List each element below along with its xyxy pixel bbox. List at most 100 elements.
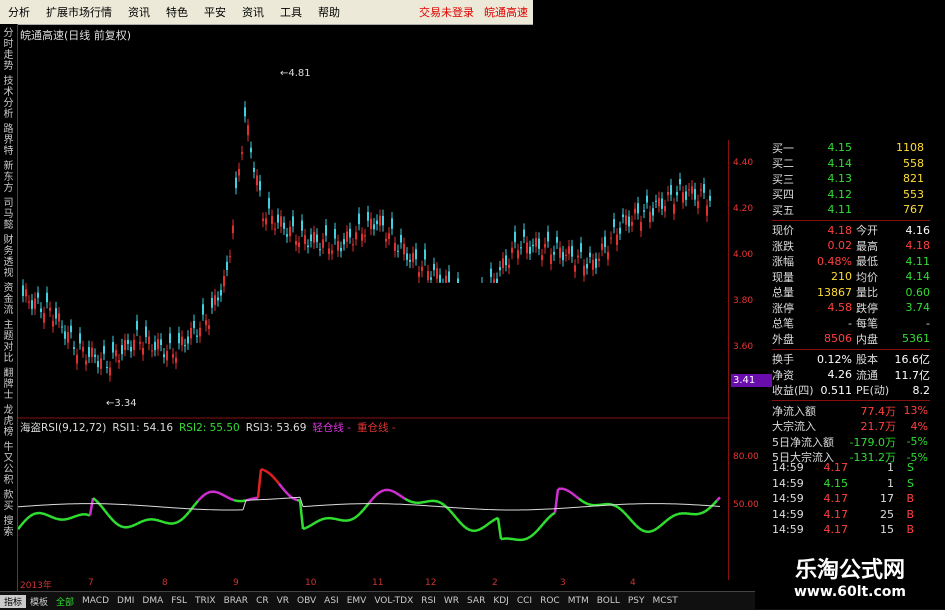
rsi-line: [306, 526, 309, 527]
rsi-line: [234, 500, 237, 501]
indicator-tab[interactable]: MCST: [649, 596, 682, 606]
menu-item[interactable]: 资讯: [120, 4, 158, 20]
rsi-line: [279, 484, 282, 488]
bid-volume: 553: [852, 188, 924, 201]
indicator-tab[interactable]: BOLL: [593, 596, 624, 606]
tick-price: 4.17: [810, 508, 848, 521]
indicator-tab[interactable]: SAR: [463, 596, 489, 606]
candle-body: [403, 244, 405, 254]
left-tab[interactable]: 技术分析: [2, 76, 15, 120]
rsi-line: [549, 515, 552, 518]
indicator-tab[interactable]: PSY: [624, 596, 649, 606]
indicator-tab[interactable]: OBV: [293, 596, 320, 606]
left-tab[interactable]: 分时走势: [2, 28, 15, 72]
left-tab[interactable]: 资金流: [2, 283, 15, 316]
indicator-tab[interactable]: BRAR: [220, 596, 252, 606]
rsi-line: [543, 521, 546, 524]
rsi-line: [540, 524, 543, 528]
indicator-tab[interactable]: 全部: [52, 595, 78, 608]
indicator-tab[interactable]: VOL-TDX: [370, 596, 417, 606]
candle-body: [43, 313, 45, 323]
left-tab[interactable]: 款买: [2, 490, 15, 512]
indicator-tab[interactable]: MTM: [564, 596, 593, 606]
menu-item[interactable]: 帮助: [310, 4, 348, 20]
menu-item[interactable]: 分析: [0, 4, 38, 20]
left-tab[interactable]: 翻牌士: [2, 368, 15, 401]
bid-price: 4.15: [802, 141, 852, 154]
rsi-line: [633, 522, 636, 525]
indicator-tab[interactable]: DMA: [138, 596, 167, 606]
left-tab[interactable]: 司马懿: [2, 198, 15, 231]
indicator-tab[interactable]: 模板: [26, 595, 52, 608]
indicator-tab[interactable]: MACD: [78, 596, 113, 606]
indicator-tab[interactable]: 指标: [0, 595, 26, 608]
menu-right-item[interactable]: 皖通高速: [479, 4, 533, 20]
candle-body: [535, 238, 537, 247]
candle-body: [364, 235, 366, 236]
menu-item[interactable]: 扩展市场行情: [38, 4, 120, 20]
indicator-tab[interactable]: RSI: [417, 596, 440, 606]
rsi-line: [108, 515, 111, 519]
indicator-tab[interactable]: KDJ: [489, 596, 513, 606]
menu-item[interactable]: 工具: [272, 4, 310, 20]
rsi-line: [582, 501, 585, 503]
time-tick: 4: [630, 578, 636, 588]
indicator-tab[interactable]: ASI: [320, 596, 343, 606]
stat-value: 0.48%: [802, 255, 852, 268]
candle-body: [271, 216, 273, 224]
watermark: 乐淘公式网 www.60lt.com: [755, 548, 945, 609]
rsi-line: [678, 513, 681, 514]
left-tab[interactable]: 新东方: [2, 161, 15, 194]
candle-body: [163, 354, 165, 357]
indicator-tab[interactable]: EMV: [343, 596, 371, 606]
candle-body: [286, 234, 288, 236]
indicator-tab[interactable]: ROC: [536, 596, 564, 606]
rsi-line: [201, 495, 204, 498]
indicator-tab[interactable]: CR: [252, 596, 273, 606]
left-tab[interactable]: 搜索: [2, 516, 15, 538]
candle-body: [373, 224, 375, 229]
indicator-tab[interactable]: TRIX: [191, 596, 220, 606]
left-tab[interactable]: 财务透视: [2, 235, 15, 279]
candle-body: [31, 300, 33, 309]
candle-body: [136, 321, 138, 330]
rsi-line: [615, 506, 618, 508]
rsi-line: [378, 491, 381, 493]
stat-value: 210: [802, 270, 852, 283]
left-tab[interactable]: 牛又公积: [2, 442, 15, 486]
quote-panel: 买一4.151108买二4.14558买三4.13821买四4.12553买五4…: [772, 140, 930, 465]
indicator-tab[interactable]: DMI: [113, 596, 138, 606]
candle-body: [592, 260, 594, 270]
tick-list: 14:594.171S14:594.151S14:594.1717B14:594…: [772, 460, 930, 538]
candle-body: [613, 219, 615, 227]
candle-body: [283, 223, 285, 229]
bid-volume: 767: [852, 203, 924, 216]
indicator-tab[interactable]: WR: [440, 596, 463, 606]
menu-item[interactable]: 特色: [158, 4, 196, 20]
indicator-tab[interactable]: FSL: [167, 596, 191, 606]
rsi-line: [315, 521, 318, 523]
left-tab[interactable]: 主题对比: [2, 320, 15, 364]
rsi-line: [135, 523, 138, 524]
candle-body: [517, 250, 519, 258]
menu-right-item[interactable]: 交易未登录: [414, 4, 479, 20]
candle-body: [169, 333, 171, 343]
candle-body: [343, 239, 345, 244]
indicator-tab[interactable]: VR: [273, 596, 293, 606]
rsi-line: [45, 514, 48, 515]
candle-body: [604, 237, 606, 247]
menu-item[interactable]: 平安: [196, 4, 234, 20]
indicator-tab[interactable]: CCI: [513, 596, 536, 606]
candle-body: [418, 272, 420, 276]
left-tab[interactable]: 路界特: [2, 124, 15, 157]
rsi-line: [426, 501, 429, 502]
rsi-line: [405, 499, 408, 501]
flow-label: 5日净流入额: [772, 434, 844, 450]
menu-item[interactable]: 资讯: [234, 4, 272, 20]
rsi-line: [228, 498, 231, 499]
rsi-line: [402, 497, 405, 499]
candle-body: [685, 191, 687, 199]
candle-body: [88, 347, 90, 357]
candle-body: [46, 293, 48, 302]
left-tab[interactable]: 龙虎榜: [2, 405, 15, 438]
